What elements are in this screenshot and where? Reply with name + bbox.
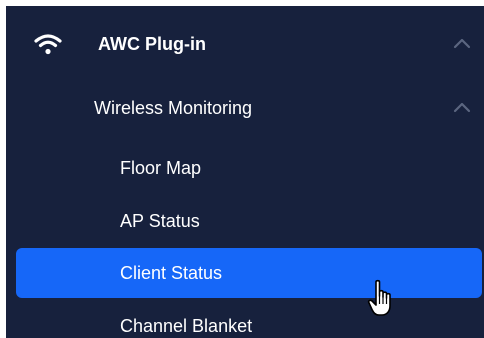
nav-subgroup-wireless-monitoring[interactable]: Wireless Monitoring (6, 84, 484, 132)
nav-item-label: AP Status (120, 211, 200, 231)
nav-item-ap-status[interactable]: AP Status (16, 196, 482, 246)
nav-group-label: AWC Plug-in (98, 34, 206, 54)
nav-item-label: Channel Blanket (120, 316, 253, 336)
nav-item-label: Floor Map (120, 158, 202, 178)
chevron-up-icon[interactable] (453, 37, 471, 49)
chevron-up-icon[interactable] (453, 101, 471, 113)
nav-item-label: Client Status (120, 263, 223, 283)
wifi-icon (34, 34, 62, 55)
nav-item-channel-blanket[interactable]: Channel Blanket (16, 301, 482, 338)
nav-group-awc-plugin[interactable]: AWC Plug-in (6, 20, 484, 68)
nav-item-client-status[interactable]: Client Status (16, 248, 482, 298)
nav-subgroup-label: Wireless Monitoring (94, 98, 253, 118)
sidebar-nav: AWC Plug-in Wireless Monitoring Floor Ma… (6, 6, 484, 338)
hand-pointer-icon (367, 279, 391, 316)
nav-item-floor-map[interactable]: Floor Map (16, 143, 482, 193)
